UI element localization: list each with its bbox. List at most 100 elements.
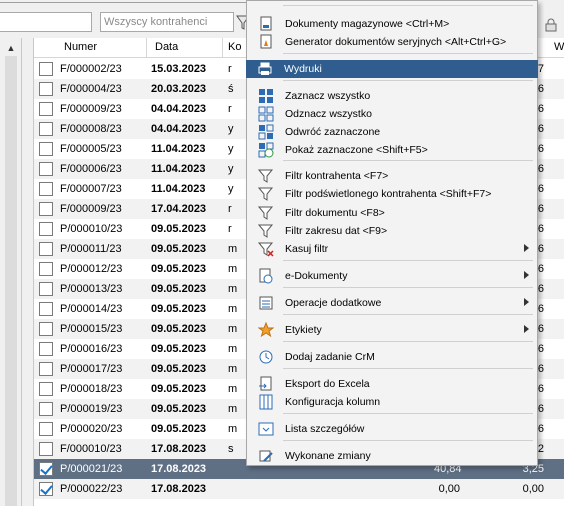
menu-item-filter-contractor[interactable]: Filtr kontrahenta <F7> [247,167,537,185]
crm-task-icon [259,350,273,364]
menu-separator [283,413,533,414]
row-date: 20.03.2023 [151,83,207,95]
menu-item-excel-export[interactable]: Eksport do Excela [247,375,537,393]
submenu-arrow-icon [524,325,529,333]
warehouse-docs-icon [260,16,272,31]
menu-item-filter-dates[interactable]: Filtr zakresu dat <F9> [247,222,537,240]
row-checkbox[interactable] [39,402,53,416]
row-date: 04.04.2023 [151,103,207,115]
menu-item-label: Filtr podświetlonego kontrahenta <Shift+… [285,188,492,200]
menu-item-operations[interactable]: Operacje dodatkowe [247,294,537,312]
menu-item-label: Dokumenty magazynowe <Ctrl+M> [285,18,450,30]
menu-item-crm-task[interactable]: Dodaj zadanie CrM [247,348,537,366]
row-date: 09.05.2023 [151,363,207,375]
row-checkbox[interactable] [39,102,53,116]
row-checkbox[interactable] [39,162,53,176]
row-checkbox[interactable] [39,382,53,396]
menu-item-label: Filtr dokumentu <F8> [285,207,385,219]
row-number: P/000019/23 [60,403,123,415]
menu-item-deselect-all[interactable]: Odznacz wszystko [247,105,537,123]
menu-item-show-selected[interactable]: Pokaż zaznaczone <Shift+F5> [247,141,537,159]
row-number: F/000009/23 [60,203,122,215]
row-checkbox[interactable] [39,462,53,476]
menu-item-printer[interactable]: Wydruki [246,60,538,78]
row-number: P/000015/23 [60,323,123,335]
menu-item-filter-document[interactable]: Filtr dokumentu <F8> [247,204,537,222]
row-date: 15.03.2023 [151,63,207,75]
row-checkbox[interactable] [39,222,53,236]
row-contractor: m [228,363,238,375]
generator-icon [260,34,272,49]
row-date: 11.04.2023 [151,163,206,175]
row-value: 0,00 [438,483,460,495]
row-checkbox[interactable] [39,62,53,76]
row-checkbox[interactable] [39,282,53,296]
row-date: 04.04.2023 [151,123,207,135]
star-icon [258,322,274,338]
row-checkbox[interactable] [39,242,53,256]
column-header-w[interactable]: W [554,41,564,53]
column-header-data[interactable]: Data [155,41,178,53]
menu-separator [283,160,533,161]
lock-icon[interactable] [544,18,558,32]
menu-item-select-all[interactable]: Zaznacz wszystko [247,87,537,105]
row-contractor: ś [228,83,234,95]
row-checkbox[interactable] [39,82,53,96]
invert-selection-icon [258,124,274,140]
row-number: F/000009/23 [60,103,122,115]
row-checkbox[interactable] [39,322,53,336]
menu-item-invert-selection[interactable]: Odwróć zaznaczone [247,123,537,141]
changes-icon [259,450,273,462]
row-checkbox[interactable] [39,122,53,136]
row-checkbox[interactable] [39,442,53,456]
filter-input[interactable] [0,12,92,32]
row-checkbox[interactable] [39,482,53,496]
menu-item-e-documents[interactable]: e-Dokumenty [247,267,537,285]
row-number: P/000017/23 [60,363,123,375]
row-number: P/000020/23 [60,423,123,435]
row-checkbox[interactable] [39,142,53,156]
menu-separator [283,440,533,441]
menu-item-filter-highlighted[interactable]: Filtr podświetlonego kontrahenta <Shift+… [247,185,537,203]
row-date: 09.05.2023 [151,243,207,255]
menu-item-warehouse-docs[interactable]: Dokumenty magazynowe <Ctrl+M> [247,15,537,33]
row-number: P/000014/23 [60,303,123,315]
e-documents-icon [259,268,273,284]
menu-separator [283,287,533,288]
table-row[interactable]: P/000022/23 17.08.2023 0,00 0,00 [34,479,564,499]
menu-item-star[interactable]: Etykiety [247,321,537,339]
operations-icon [259,296,273,310]
row-checkbox[interactable] [39,422,53,436]
menu-item-label: Filtr kontrahenta <F7> [285,170,389,182]
contractor-search-input[interactable]: Wszyscy kontrahenci [100,12,234,32]
menu-separator [283,53,533,54]
row-date: 09.05.2023 [151,223,207,235]
submenu-arrow-icon [524,271,529,279]
row-checkbox[interactable] [39,262,53,276]
row-date: 09.05.2023 [151,343,207,355]
printer-icon [258,62,272,75]
menu-item-details-list[interactable]: Lista szczegółów [247,420,537,438]
column-header-numer[interactable]: Numer [64,41,97,53]
menu-item-generator[interactable]: Generator dokumentów seryjnych <Alt+Ctrl… [247,33,537,51]
menu-item-columns-config[interactable]: Konfiguracja kolumn [247,393,537,411]
row-number: P/000021/23 [60,463,123,475]
clear-filter-icon [258,242,274,257]
scrollbar-thumb[interactable] [5,56,17,506]
scroll-up-icon[interactable]: ▲ [3,40,19,56]
row-contractor: r [228,63,232,75]
row-checkbox[interactable] [39,182,53,196]
menu-separator [283,260,533,261]
menu-item-changes[interactable]: Wykonane zmiany [247,447,537,465]
row-date: 09.05.2023 [151,383,207,395]
menu-item-clear-filter[interactable]: Kasuj filtr [247,240,537,258]
row-number: F/000007/23 [60,183,122,195]
menu-item-label: Odznacz wszystko [285,108,372,120]
row-checkbox[interactable] [39,202,53,216]
menu-item-label: Dodaj zadanie CrM [285,351,375,363]
row-checkbox[interactable] [39,342,53,356]
column-header-kontrahent[interactable]: Ko [228,41,241,53]
row-checkbox[interactable] [39,302,53,316]
row-checkbox[interactable] [39,362,53,376]
row-contractor: y [228,123,234,135]
